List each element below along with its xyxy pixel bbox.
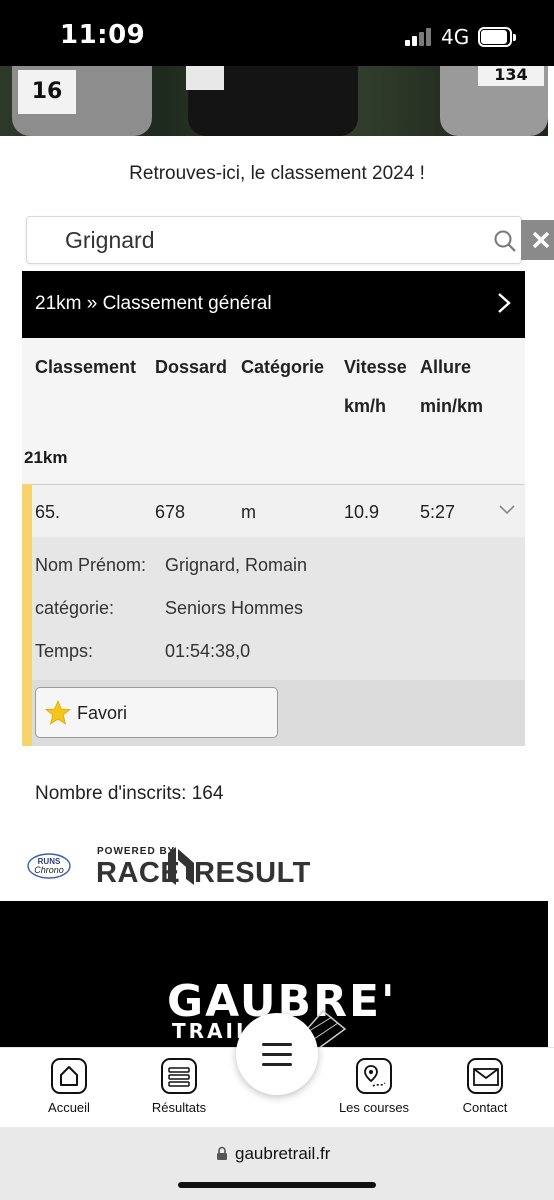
column-header-vitesse: Vitesse — [344, 357, 407, 377]
mail-icon — [467, 1058, 503, 1094]
map-icon — [356, 1058, 392, 1094]
hero-photo: 16 134 — [0, 66, 548, 136]
nav-label-accueil: Accueil — [48, 1100, 90, 1115]
status-bar: 11:09 4G — [0, 0, 554, 66]
row-accent-bar — [22, 484, 32, 746]
signal-icon — [405, 28, 433, 46]
favorite-label: Favori — [77, 703, 128, 723]
favorite-button[interactable]: Favori — [35, 687, 278, 738]
status-time: 11:09 — [60, 20, 146, 50]
browser-url-bar[interactable]: gaubretrail.fr — [0, 1127, 554, 1200]
close-icon — [532, 231, 550, 249]
chevron-down-icon[interactable] — [499, 505, 515, 515]
url-text: gaubretrail.fr — [235, 1144, 331, 1163]
detail-label-time: Temps: — [35, 641, 94, 661]
search-box[interactable]: Grignard — [26, 216, 522, 264]
result-header[interactable]: 21km » Classement général — [22, 271, 525, 338]
hamburger-menu-button[interactable] — [236, 1013, 318, 1095]
registrant-count: Nombre d'inscrits: 164 — [35, 783, 224, 804]
search-icon[interactable] — [493, 229, 517, 253]
nav-item-resultats[interactable]: Résultats — [134, 1058, 224, 1115]
nav-label-les-courses: Les courses — [338, 1100, 410, 1115]
results-icon — [161, 1058, 197, 1094]
chevron-right-icon[interactable] — [497, 292, 511, 314]
table-row[interactable]: 65. 678 m 10.9 5:27 — [22, 484, 525, 537]
column-unit-allure: min/km — [420, 396, 484, 416]
detail-value-category: Seniors Hommes — [165, 598, 304, 618]
nav-item-contact[interactable]: Contact — [440, 1058, 530, 1115]
cell-dossard: 678 — [155, 502, 186, 522]
column-header-dossard: Dossard — [155, 357, 228, 377]
network-type: 4G — [441, 25, 470, 49]
star-icon — [45, 700, 71, 725]
table-header: Classement Dossard Catégorie Vitesse km/… — [22, 338, 525, 484]
column-header-allure: Allure — [420, 357, 472, 377]
race-result-logo[interactable]: POWERED BY RACE RESULT — [96, 843, 310, 889]
column-unit-vitesse: km/h — [344, 396, 387, 416]
column-header-classement: Classement — [35, 357, 137, 377]
cell-classement: 65. — [35, 502, 61, 522]
nav-label-resultats: Résultats — [151, 1100, 207, 1115]
powered-by-text: POWERED BY — [97, 846, 176, 857]
cell-vitesse: 10.9 — [344, 502, 380, 522]
detail-label-name: Nom Prénom: — [35, 555, 147, 575]
runner-bib: 16 — [18, 70, 76, 114]
home-icon — [51, 1058, 87, 1094]
nav-label-contact: Contact — [462, 1100, 508, 1115]
runner-bib: 134 — [478, 66, 544, 86]
result-title: 21km » Classement général — [35, 293, 272, 314]
runs-chrono-logo[interactable]: RUNS Chrono — [26, 852, 72, 880]
group-label: 21km — [24, 448, 68, 467]
nav-item-les-courses[interactable]: Les courses — [329, 1058, 419, 1115]
detail-value-time: 01:54:38,0 — [165, 641, 251, 661]
column-header-categorie: Catégorie — [241, 357, 325, 377]
clear-search-button[interactable] — [521, 220, 554, 260]
cell-categorie: m — [241, 502, 256, 522]
race-result-mark-icon — [168, 847, 194, 885]
search-input[interactable]: Grignard — [65, 227, 154, 254]
result-text: RESULT — [194, 857, 311, 889]
lock-icon — [217, 1146, 227, 1160]
cell-allure: 5:27 — [420, 502, 456, 522]
result-details: Nom Prénom: Grignard, Romain catégorie: … — [32, 537, 525, 680]
detail-value-name: Grignard, Romain — [165, 555, 308, 575]
svg-text:Chrono: Chrono — [34, 865, 64, 875]
nav-item-accueil[interactable]: Accueil — [24, 1058, 114, 1115]
favorite-area: Favori — [32, 680, 525, 746]
intro-text: Retrouves-ici, le classement 2024 ! — [129, 163, 425, 184]
home-indicator[interactable] — [178, 1182, 376, 1188]
detail-label-category: catégorie: — [35, 598, 115, 618]
battery-icon — [478, 27, 516, 47]
